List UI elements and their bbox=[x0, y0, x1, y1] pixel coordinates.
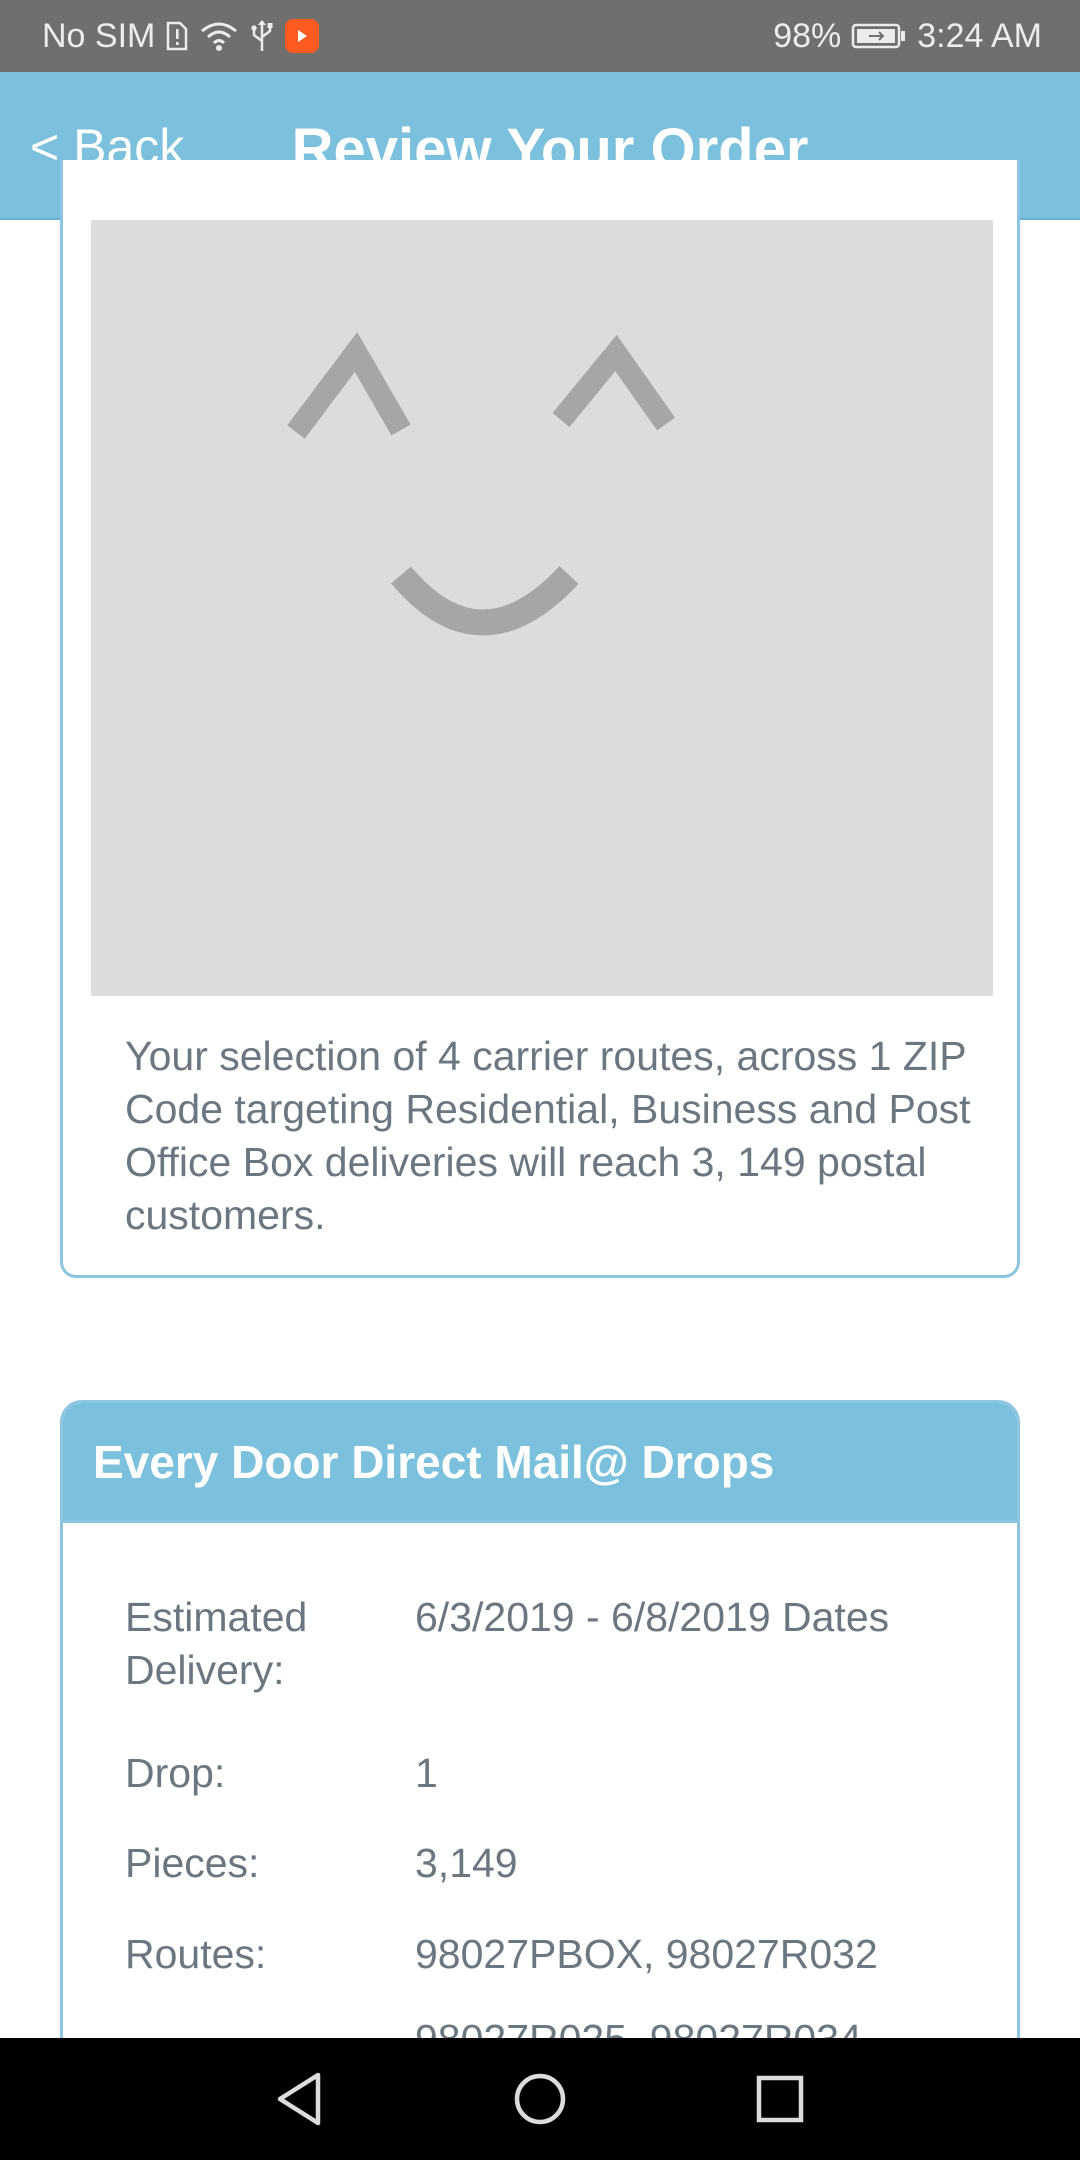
image-placeholder bbox=[91, 220, 993, 996]
drops-header: Every Door Direct Mail@ Drops bbox=[63, 1403, 1017, 1523]
nav-home-button[interactable] bbox=[495, 2054, 585, 2144]
sim-alert-icon bbox=[165, 21, 189, 51]
nav-recents-button[interactable] bbox=[735, 2054, 825, 2144]
status-right: 98% 3:24 AM bbox=[773, 17, 1042, 56]
detail-value: 1 bbox=[415, 1750, 438, 1796]
nav-back-button[interactable] bbox=[255, 2054, 345, 2144]
wifi-icon bbox=[199, 20, 239, 52]
order-summary-text: Your selection of 4 carrier routes, acro… bbox=[125, 1033, 971, 1238]
detail-row-routes: Routes: 98027PBOX, 98027R032 bbox=[125, 1928, 1005, 1981]
detail-value: 3,149 bbox=[415, 1840, 518, 1886]
mailer-preview-card: Your selection of 4 carrier routes, acro… bbox=[60, 160, 1020, 1278]
detail-value: 98027PBOX, 98027R032 bbox=[415, 1931, 878, 1977]
circle-home-icon bbox=[514, 2073, 566, 2125]
detail-row-estimated-delivery: Estimated Delivery: 6/3/2019 - 6/8/2019 … bbox=[125, 1591, 1005, 1697]
detail-label: Pieces: bbox=[125, 1840, 260, 1886]
status-bar: No SIM 98% 3:24 AM bbox=[0, 0, 1080, 72]
battery-percent: 98% bbox=[773, 16, 842, 55]
clock: 3:24 AM bbox=[917, 16, 1042, 55]
detail-row-pieces: Pieces: 3,149 bbox=[125, 1837, 1005, 1890]
carrier-text: No SIM bbox=[42, 16, 156, 55]
drops-title: Every Door Direct Mail@ Drops bbox=[93, 1435, 775, 1488]
status-left: No SIM bbox=[42, 16, 320, 56]
drops-card: Every Door Direct Mail@ Drops Estimated … bbox=[60, 1400, 1020, 2060]
detail-label: Routes: bbox=[125, 1931, 267, 1977]
system-nav-bar bbox=[0, 2038, 1080, 2160]
detail-row-drop: Drop: 1 bbox=[125, 1747, 1005, 1800]
detail-value: 6/3/2019 - 6/8/2019 Dates bbox=[415, 1594, 890, 1640]
detail-label: Estimated Delivery: bbox=[125, 1594, 308, 1693]
battery-charging-icon bbox=[851, 22, 907, 50]
triangle-back-icon bbox=[277, 2072, 321, 2126]
usb-icon bbox=[249, 19, 275, 53]
square-recents-icon bbox=[756, 2075, 804, 2123]
video-app-icon bbox=[285, 19, 320, 53]
detail-label: Drop: bbox=[125, 1750, 226, 1796]
smiley-placeholder-icon bbox=[287, 332, 675, 636]
